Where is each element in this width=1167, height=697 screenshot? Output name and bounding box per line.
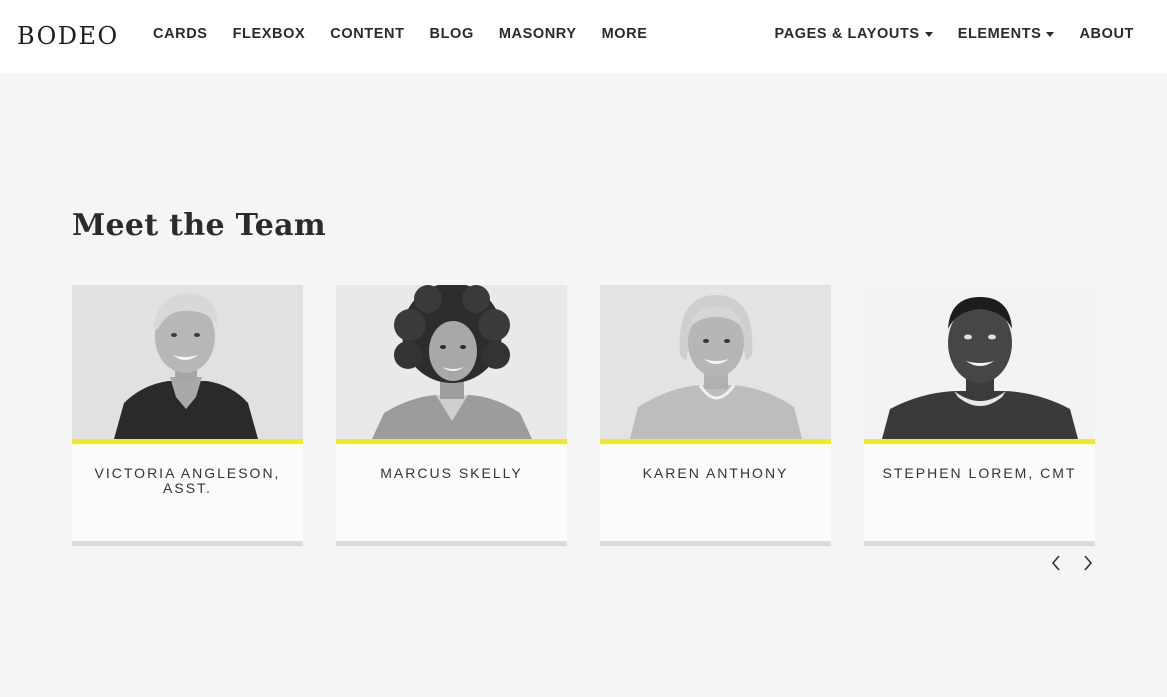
caret-down-icon: [1046, 32, 1055, 37]
card-accent-bar: [336, 439, 567, 444]
caret-down-icon: [924, 32, 933, 37]
team-member-photo: [864, 285, 1095, 439]
woman-short-blonde-hair-photo: [72, 285, 303, 439]
top-navbar: BODEO CARDS FLEXBOX CONTENT BLOG MASONRY…: [0, 0, 1167, 73]
team-card[interactable]: MARCUS SKELLY: [336, 285, 567, 546]
card-accent-bar: [72, 439, 303, 444]
nav-more[interactable]: MORE: [602, 26, 648, 42]
chevron-left-icon: [1051, 555, 1060, 571]
chevron-right-icon: [1084, 555, 1093, 571]
team-carousel: VICTORIA ANGLESON, ASST. MARCUS SKELLY K…: [72, 285, 1095, 547]
card-accent-bar: [600, 439, 831, 444]
nav-content[interactable]: CONTENT: [330, 26, 404, 42]
team-member-name: MARCUS SKELLY: [380, 465, 523, 481]
nav-cards[interactable]: CARDS: [153, 26, 208, 42]
card-accent-bar: [864, 439, 1095, 444]
man-curly-hair-photo: [336, 285, 567, 439]
team-member-photo: [72, 285, 303, 439]
team-card[interactable]: STEPHEN LOREM, CMT: [864, 285, 1095, 546]
team-card[interactable]: VICTORIA ANGLESON, ASST.: [72, 285, 303, 546]
primary-nav: CARDS FLEXBOX CONTENT BLOG MASONRY MORE: [153, 26, 673, 42]
nav-blog[interactable]: BLOG: [430, 26, 474, 42]
nav-pages-layouts-dropdown[interactable]: PAGES & LAYOUTS: [775, 26, 933, 42]
carousel-prev-button[interactable]: [1048, 553, 1064, 573]
nav-flexbox[interactable]: FLEXBOX: [233, 26, 306, 42]
nav-pages-layouts-label: PAGES & LAYOUTS: [774, 26, 920, 42]
secondary-nav: PAGES & LAYOUTS ELEMENTS ABOUT: [750, 26, 1134, 42]
nav-elements-dropdown[interactable]: ELEMENTS: [958, 26, 1055, 42]
section-title: Meet the Team: [72, 208, 326, 243]
carousel-controls: [1048, 553, 1096, 573]
carousel-next-button[interactable]: [1080, 553, 1096, 573]
nav-elements-label: ELEMENTS: [957, 26, 1042, 42]
man-sweater-photo: [864, 285, 1095, 439]
brand-logo[interactable]: BODEO: [17, 22, 119, 50]
team-card[interactable]: KAREN ANTHONY: [600, 285, 831, 546]
nav-about[interactable]: ABOUT: [1079, 26, 1134, 42]
team-member-name: STEPHEN LOREM, CMT: [882, 465, 1077, 481]
team-member-name: KAREN ANTHONY: [642, 465, 789, 481]
team-member-photo: [336, 285, 567, 439]
older-woman-bob-hair-photo: [600, 285, 831, 439]
team-member-photo: [600, 285, 831, 439]
team-member-name: VICTORIA ANGLESON, ASST.: [94, 465, 281, 496]
nav-masonry[interactable]: MASONRY: [499, 26, 577, 42]
